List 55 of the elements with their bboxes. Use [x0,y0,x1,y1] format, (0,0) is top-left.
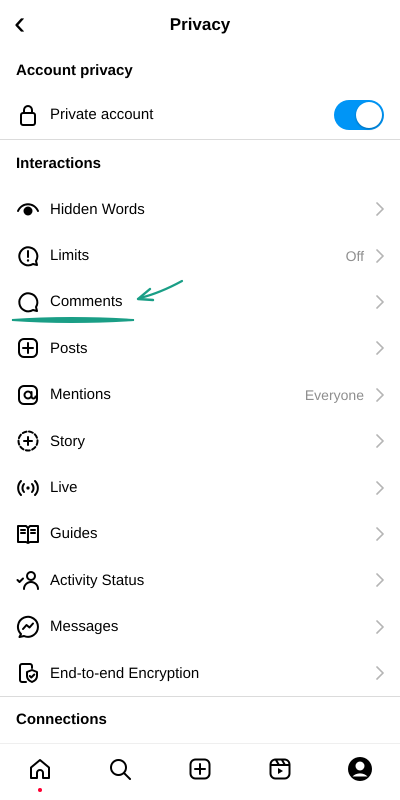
plus-square-icon[interactable] [188,757,212,781]
menu-row[interactable]: Live [0,464,400,511]
row-label: Limits [50,247,90,264]
menu-row[interactable]: Activity Status [0,557,400,604]
row-label: End-to-end Encryption [50,664,200,682]
row-label: Live [50,479,78,496]
at-sign-icon [16,382,40,407]
menu-row[interactable]: Hidden Words [0,186,400,232]
row-label: Guides [50,525,98,542]
home-icon[interactable] [28,757,52,781]
row-label: Messages [50,618,118,636]
menu-row[interactable]: Posts [0,325,400,372]
row-label: Hidden Words [50,200,145,218]
story-add-icon [16,429,40,454]
row-label: Posts [50,340,88,357]
section-title: Account privacy [15,60,134,80]
row-label: Comments [50,293,123,310]
chevron-right-icon [376,573,384,588]
chevron-right-icon [376,341,384,356]
reels-icon[interactable] [268,757,292,781]
section-title: Connections [15,710,108,730]
menu-row[interactable]: Limits Off [0,232,400,279]
row-label: Private account [50,106,154,123]
profile-avatar-icon[interactable] [347,756,373,782]
phone-shield-icon [16,661,40,686]
row-label: Mentions [50,386,111,404]
search-icon[interactable] [108,757,132,781]
chevron-right-icon [376,480,384,495]
row-value: Everyone [304,386,364,403]
chevron-right-icon [376,202,384,216]
chevron-right-icon [376,248,384,263]
chevron-right-icon [376,526,384,541]
comment-icon [16,290,40,314]
menu-row[interactable]: Mentions Everyone [0,372,400,418]
chevron-right-icon [376,294,384,309]
section-title: Interactions [15,154,102,174]
row-label: Story [50,432,86,450]
menu-row[interactable]: Story [0,418,400,464]
menu-row[interactable]: Comments [0,278,400,326]
chevron-right-icon [376,666,384,680]
alert-bubble-icon [16,244,40,268]
row-value: Off [346,248,364,264]
row-label: Activity Status [50,572,144,589]
toggle-switch[interactable] [334,100,384,130]
chevron-right-icon [376,388,384,402]
chevron-right-icon [376,620,384,634]
chevron-right-icon [376,434,384,448]
back-button[interactable]: ‹ [8,8,32,38]
person-check-icon [16,568,40,592]
plus-square-icon [16,336,40,360]
menu-row[interactable]: End-to-end Encryption [0,650,400,696]
menu-row[interactable]: Messages [0,604,400,650]
screen-title: Privacy [170,15,230,35]
messenger-icon [16,614,40,639]
menu-row[interactable]: Guides [0,510,400,558]
